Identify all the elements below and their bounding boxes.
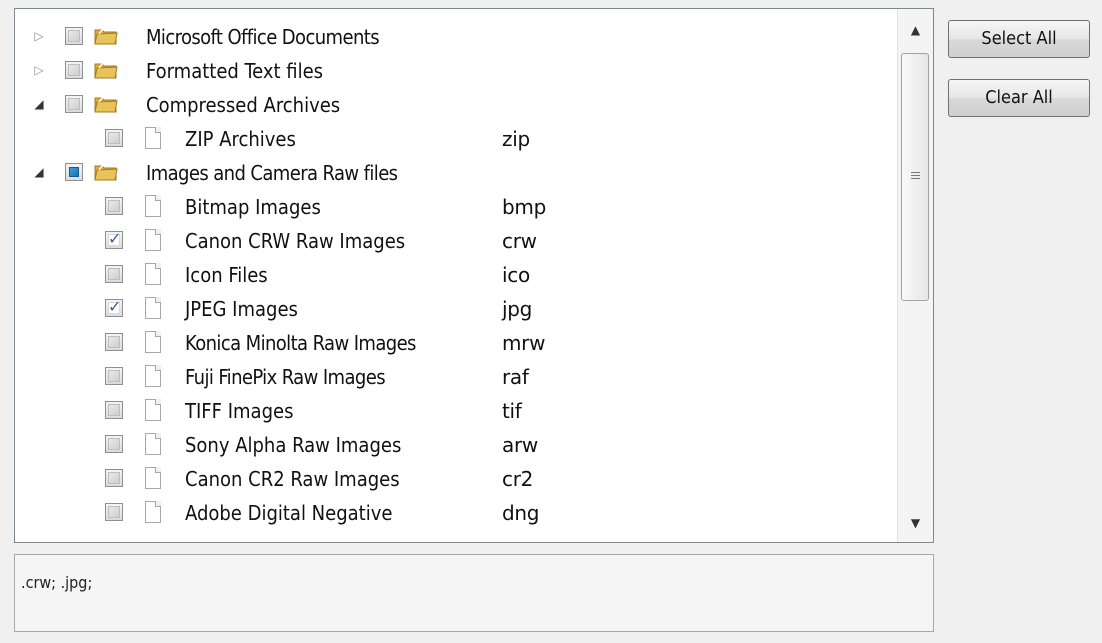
selected-extensions-box[interactable]: .crw; .jpg;: [14, 554, 934, 632]
row-label: Formatted Text files: [146, 59, 324, 83]
grip-icon: [911, 172, 920, 180]
scroll-down-arrow-icon[interactable]: ▼: [898, 506, 933, 540]
row-label: Icon Files: [185, 263, 268, 287]
tree-item-row[interactable]: ZIP Archives zip: [15, 121, 897, 155]
row-checkbox[interactable]: [65, 95, 83, 113]
scroll-thumb[interactable]: [901, 53, 929, 301]
selected-extensions-text: .crw; .jpg;: [21, 573, 93, 592]
tree-item-row[interactable]: ✓ JPEG Images jpg: [15, 291, 897, 325]
row-checkbox[interactable]: [105, 367, 123, 385]
checkmark-icon: ✓: [108, 229, 122, 248]
file-icon: [145, 365, 161, 387]
tree-group-row[interactable]: ◢ Images and Camera Raw files: [15, 155, 897, 189]
tree-group-row[interactable]: ▷ Formatted Text files: [15, 53, 897, 87]
file-icon: [145, 229, 161, 251]
row-label: JPEG Images: [185, 297, 298, 321]
row-extension: zip: [502, 127, 530, 151]
row-checkbox[interactable]: ✓: [105, 297, 123, 317]
row-checkbox[interactable]: [65, 163, 83, 181]
row-extension: cr2: [502, 467, 534, 491]
row-extension: arw: [502, 433, 538, 457]
file-icon: [145, 127, 161, 149]
row-checkbox[interactable]: [105, 197, 123, 215]
row-extension: jpg: [502, 297, 533, 321]
file-icon: [145, 297, 161, 319]
tree-item-row[interactable]: Icon Files ico: [15, 257, 897, 291]
row-checkbox[interactable]: [105, 435, 123, 453]
tree-item-row[interactable]: Adobe Digital Negative dng: [15, 495, 897, 529]
row-label: Canon CRW Raw Images: [185, 229, 406, 253]
row-checkbox[interactable]: [105, 401, 123, 419]
row-label: Images and Camera Raw files: [146, 161, 398, 185]
scroll-up-arrow-icon[interactable]: ▲: [898, 13, 933, 47]
expand-arrow-icon[interactable]: ▷: [31, 28, 47, 44]
row-label: Microsoft Office Documents: [146, 25, 380, 49]
row-label: Sony Alpha Raw Images: [185, 433, 402, 457]
file-icon: [145, 195, 161, 217]
row-label: Adobe Digital Negative: [185, 501, 393, 525]
row-extension: crw: [502, 229, 537, 253]
row-extension: bmp: [502, 195, 546, 219]
row-label: ZIP Archives: [185, 127, 296, 151]
expand-arrow-icon[interactable]: ▷: [31, 62, 47, 78]
tree-item-row[interactable]: ✓ Canon CRW Raw Images crw: [15, 223, 897, 257]
row-checkbox[interactable]: [105, 503, 123, 521]
clear-all-button[interactable]: Clear All: [948, 79, 1090, 117]
select-all-button[interactable]: Select All: [948, 20, 1090, 58]
folder-icon: [94, 62, 118, 79]
row-checkbox[interactable]: [105, 129, 123, 147]
file-icon: [145, 399, 161, 421]
file-icon: [145, 433, 161, 455]
vertical-scrollbar[interactable]: ▲ ▼: [897, 9, 933, 542]
row-label: TIFF Images: [185, 399, 294, 423]
file-type-tree[interactable]: ▷ Microsoft Office Documents ▷ Formatted Te…: [14, 8, 934, 543]
row-label: Canon CR2 Raw Images: [185, 467, 400, 491]
row-checkbox[interactable]: ✓: [105, 229, 123, 249]
checkmark-icon: ✓: [108, 297, 122, 316]
collapse-arrow-icon[interactable]: ◢: [31, 164, 47, 180]
row-label: Fuji FinePix Raw Images: [185, 365, 386, 389]
row-label: Compressed Archives: [146, 93, 341, 117]
row-checkbox[interactable]: [105, 333, 123, 351]
collapse-arrow-icon[interactable]: ◢: [31, 96, 47, 112]
folder-icon: [94, 96, 118, 113]
row-extension: raf: [502, 365, 529, 389]
row-label: Konica Minolta Raw Images: [185, 331, 416, 355]
file-icon: [145, 501, 161, 523]
tree-group-row[interactable]: ◢ Compressed Archives: [15, 87, 897, 121]
file-icon: [145, 263, 161, 285]
row-checkbox[interactable]: [65, 61, 83, 79]
tree-item-row[interactable]: Fuji FinePix Raw Images raf: [15, 359, 897, 393]
tree-item-row[interactable]: Sony Alpha Raw Images arw: [15, 427, 897, 461]
tree-item-row[interactable]: Konica Minolta Raw Images mrw: [15, 325, 897, 359]
row-extension: tif: [502, 399, 522, 423]
tree-item-row[interactable]: Bitmap Images bmp: [15, 189, 897, 223]
row-extension: mrw: [502, 331, 546, 355]
folder-icon: [94, 164, 118, 181]
tree-item-row[interactable]: TIFF Images tif: [15, 393, 897, 427]
file-icon: [145, 467, 161, 489]
row-checkbox[interactable]: [65, 27, 83, 45]
file-icon: [145, 331, 161, 353]
row-label: Bitmap Images: [185, 195, 321, 219]
row-extension: dng: [502, 501, 540, 525]
row-checkbox[interactable]: [105, 265, 123, 283]
tree-rows: ▷ Microsoft Office Documents ▷ Formatted Te…: [15, 9, 897, 542]
tree-group-row[interactable]: ▷ Microsoft Office Documents: [15, 19, 897, 53]
row-checkbox[interactable]: [105, 469, 123, 487]
folder-icon: [94, 28, 118, 45]
tree-item-row[interactable]: Canon CR2 Raw Images cr2: [15, 461, 897, 495]
row-extension: ico: [502, 263, 530, 287]
